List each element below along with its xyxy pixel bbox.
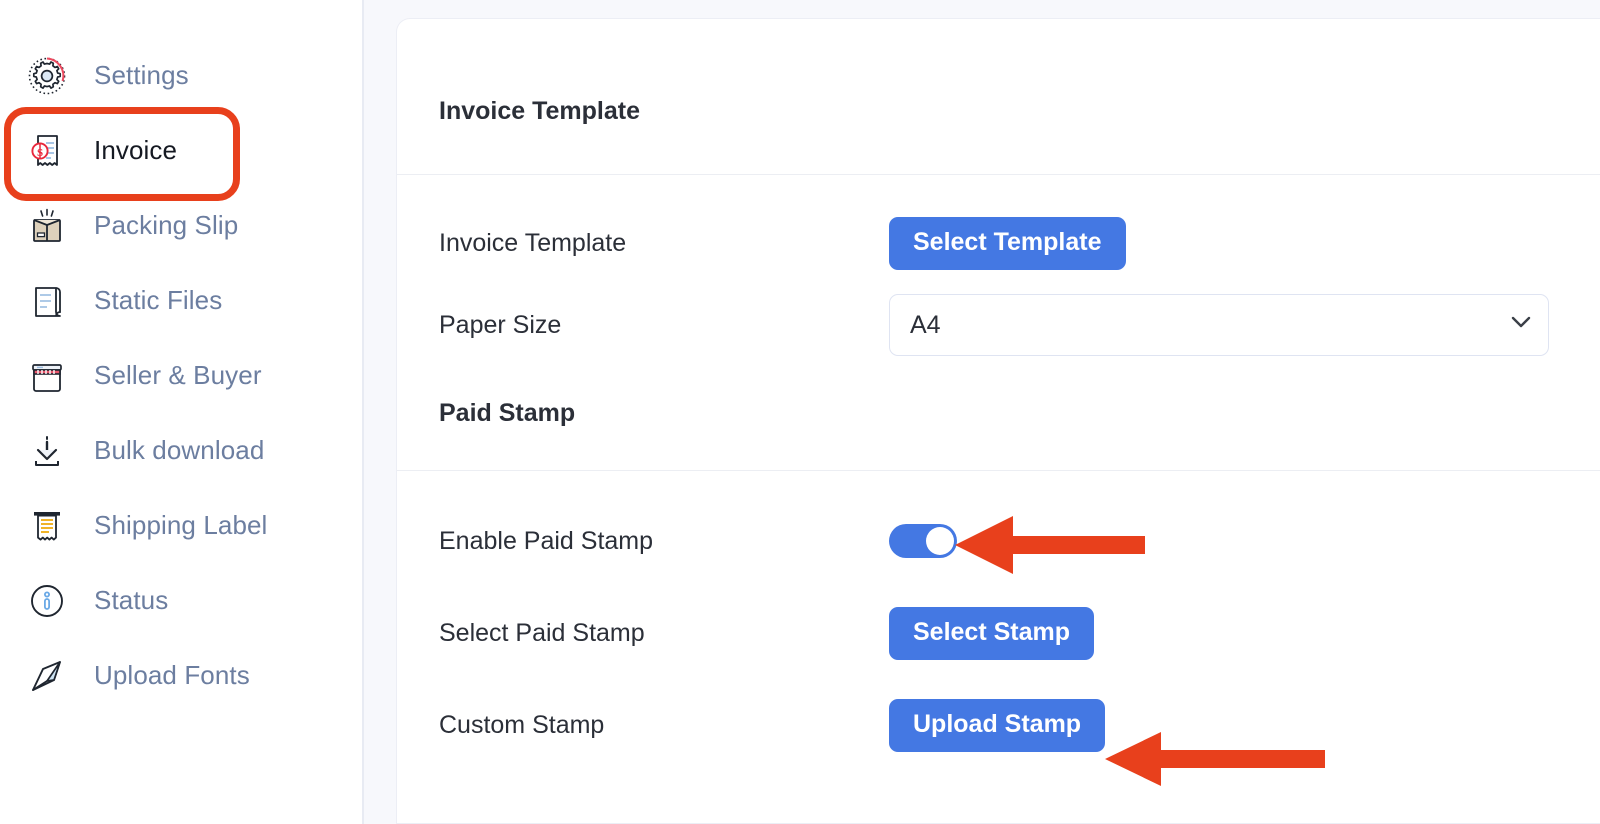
gear-icon (26, 55, 68, 97)
paper-size-select-wrapper: A4 (889, 294, 1549, 356)
main-content: Invoice Template Invoice Template Select… (364, 0, 1600, 824)
sidebar-item-label: Settings (94, 60, 189, 90)
open-box-icon (26, 205, 68, 247)
sidebar-item-settings[interactable]: Settings (0, 38, 362, 113)
row-label: Invoice Template (439, 228, 627, 257)
row-control: Select Stamp (867, 606, 1600, 660)
sidebar-item-static-files[interactable]: Static Files (0, 263, 362, 338)
row-control: A4 (867, 294, 1600, 356)
storefront-icon (26, 355, 68, 397)
sidebar-item-packing-slip[interactable]: Packing Slip (0, 188, 362, 263)
toggle-knob (926, 527, 954, 555)
settings-card: Invoice Template Invoice Template Select… (396, 18, 1600, 824)
row-control (867, 524, 1600, 558)
select-template-button[interactable]: Select Template (889, 216, 1126, 270)
row-control: Upload Stamp (867, 698, 1600, 752)
row-label: Custom Stamp (439, 710, 605, 739)
sidebar-item-label: Invoice (94, 135, 178, 165)
form-row-enable-paid-stamp: Enable Paid Stamp (397, 501, 1600, 581)
row-label: Enable Paid Stamp (439, 526, 654, 555)
row-label: Select Paid Stamp (439, 618, 645, 647)
sidebar-item-invoice[interactable]: S Invoice (0, 113, 362, 188)
sidebar-navigation: Settings S Invoice (0, 0, 364, 824)
info-circle-icon (26, 580, 68, 622)
invoice-receipt-icon: S (26, 130, 68, 172)
form-row-paper-size: Paper Size A4 (397, 285, 1600, 365)
sidebar-item-upload-fonts[interactable]: Upload Fonts (0, 638, 362, 713)
pen-nib-icon (26, 655, 68, 697)
sidebar-item-label: Upload Fonts (94, 660, 250, 690)
form-row-select-paid-stamp: Select Paid Stamp Select Stamp (397, 593, 1600, 673)
sidebar-item-label: Bulk download (94, 435, 265, 465)
sidebar-item-status[interactable]: Status (0, 563, 362, 638)
form-row-invoice-template: Invoice Template Select Template (397, 203, 1600, 283)
row-control: Select Template (867, 216, 1600, 270)
scroll-document-icon (26, 280, 68, 322)
form-row-custom-stamp: Custom Stamp Upload Stamp (397, 685, 1600, 765)
sidebar-item-label: Packing Slip (94, 210, 239, 240)
section-divider (397, 174, 1600, 175)
sidebar-item-label: Static Files (94, 285, 223, 315)
sidebar-item-shipping-label[interactable]: Shipping Label (0, 488, 362, 563)
select-stamp-button[interactable]: Select Stamp (889, 606, 1095, 660)
sidebar-item-label: Shipping Label (94, 510, 268, 540)
upload-stamp-button[interactable]: Upload Stamp (889, 698, 1106, 752)
section-divider (397, 470, 1600, 471)
paper-size-select[interactable]: A4 (889, 294, 1549, 356)
sidebar-item-seller-and-buyer[interactable]: Seller & Buyer (0, 338, 362, 413)
sidebar-item-bulk-download[interactable]: Bulk download (0, 413, 362, 488)
download-arrow-icon (26, 430, 68, 472)
section-title-invoice-template: Invoice Template (439, 97, 640, 125)
sidebar-item-label: Seller & Buyer (94, 360, 262, 390)
row-label: Paper Size (439, 310, 562, 339)
app-root: Settings S Invoice (0, 0, 1600, 824)
sidebar-item-label: Status (94, 585, 169, 615)
section-title-paid-stamp: Paid Stamp (439, 399, 576, 427)
enable-paid-stamp-toggle[interactable] (889, 524, 957, 558)
shipping-label-icon (26, 505, 68, 547)
